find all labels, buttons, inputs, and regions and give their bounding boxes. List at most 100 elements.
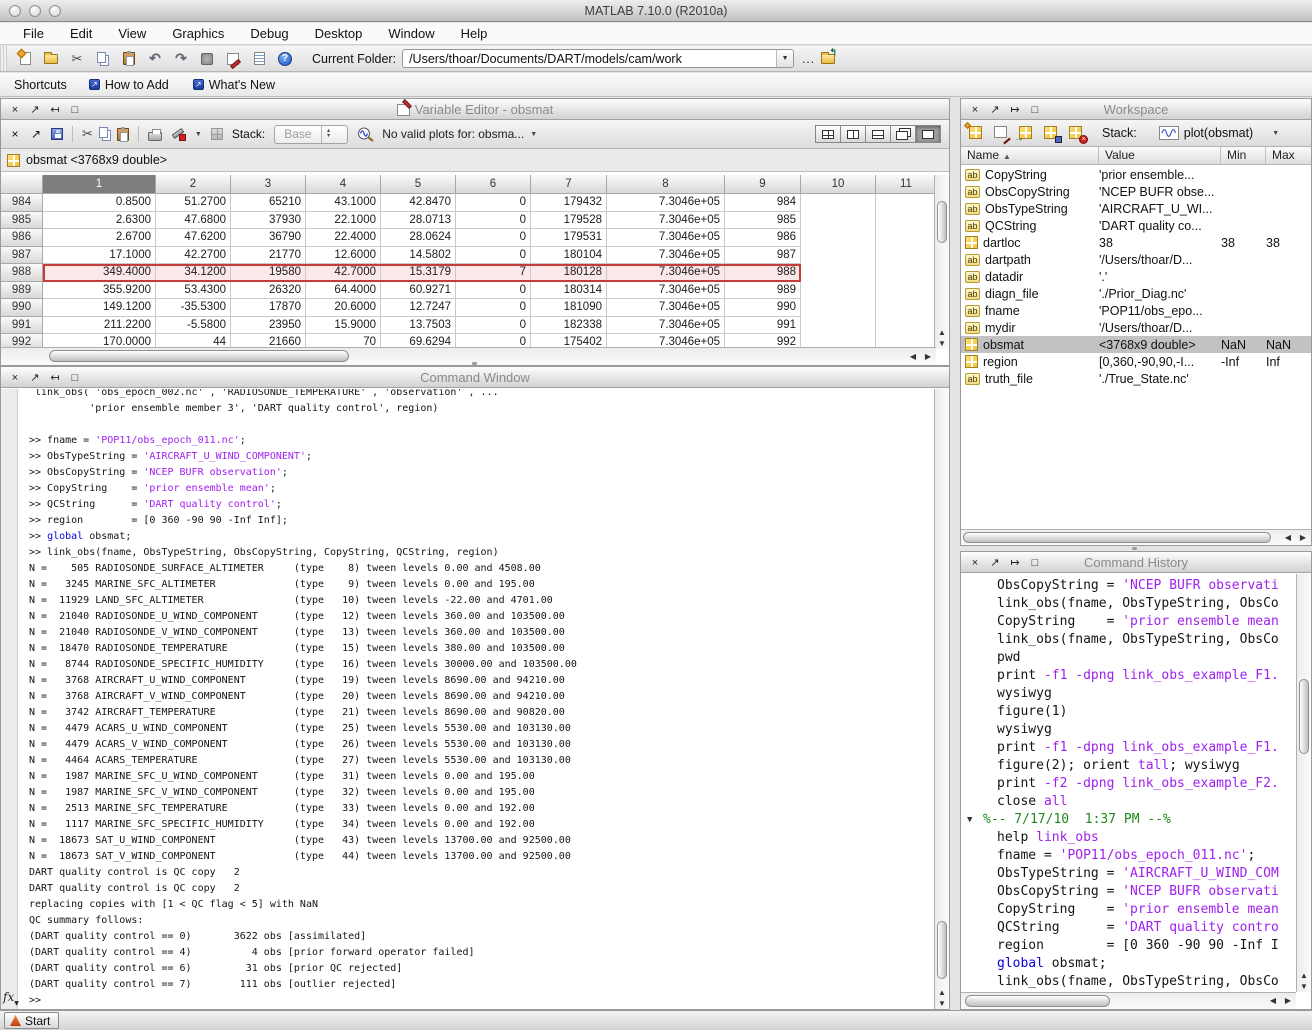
row-header-987[interactable]: 987 — [1, 247, 43, 265]
scroll-left-icon[interactable]: ◀ — [906, 352, 920, 361]
column-header-11[interactable]: 11 — [876, 175, 936, 194]
save-icon[interactable] — [51, 128, 63, 140]
cell-989-5[interactable]: 60.9271 — [381, 282, 456, 300]
function-hints-icon[interactable]: fx▼ — [3, 990, 19, 1007]
cell-985-1[interactable]: 2.6300 — [43, 212, 156, 230]
toolbar-drag-handle[interactable] — [0, 46, 7, 71]
scroll-down-icon[interactable]: ▼ — [935, 999, 949, 1008]
ws-hscroll-thumb[interactable] — [963, 532, 1271, 543]
layout-vsplit-button[interactable] — [840, 125, 866, 143]
column-header-8[interactable]: 8 — [607, 175, 725, 194]
cell-991-3[interactable]: 23950 — [231, 317, 306, 335]
cell-984-4[interactable]: 43.1000 — [306, 194, 381, 212]
cell-990-5[interactable]: 12.7247 — [381, 299, 456, 317]
cell-989-3[interactable]: 26320 — [231, 282, 306, 300]
cell-984-8[interactable]: 7.3046e+05 — [607, 194, 725, 212]
history-command[interactable]: link_obs(fname, ObsTypeString, ObsCo — [961, 595, 1296, 613]
ve-horizontal-scrollbar[interactable]: ◀ ▶ — [1, 347, 936, 365]
workspace-row-datadir[interactable]: datadir'.' — [961, 268, 1311, 285]
menu-desktop[interactable]: Desktop — [302, 23, 376, 45]
cell-990-3[interactable]: 17870 — [231, 299, 306, 317]
ve-vertical-scrollbar[interactable]: ▲ ▼ — [934, 175, 949, 349]
cell-986-2[interactable]: 47.6200 — [156, 229, 231, 247]
cell-986-5[interactable]: 28.0624 — [381, 229, 456, 247]
cell-989-4[interactable]: 64.4000 — [306, 282, 381, 300]
row-header-988[interactable]: 988 — [1, 264, 43, 282]
plot-selector-dropdown[interactable]: plot(obsmat) ▼ — [1159, 126, 1279, 140]
scroll-up-icon[interactable]: ▲ — [935, 988, 949, 997]
history-command[interactable]: ObsCopyString = 'NCEP BUFR observati — [961, 577, 1296, 595]
undock-icon[interactable]: ↗ — [30, 127, 42, 141]
history-command[interactable]: close all — [961, 793, 1296, 811]
cell-989-2[interactable]: 53.4300 — [156, 282, 231, 300]
cell-986-3[interactable]: 36790 — [231, 229, 306, 247]
cell-990-4[interactable]: 20.6000 — [306, 299, 381, 317]
cell-985-7[interactable]: 179528 — [531, 212, 607, 230]
stepper-arrows-icon[interactable]: ▲▼ — [321, 126, 336, 143]
save-workspace-icon[interactable] — [1044, 126, 1059, 140]
row-header-991[interactable]: 991 — [1, 317, 43, 335]
cell-989-11[interactable] — [876, 282, 936, 300]
cell-986-9[interactable]: 986 — [725, 229, 801, 247]
column-header-5[interactable]: 5 — [381, 175, 456, 194]
workspace-row-obsmat[interactable]: obsmat<3768x9 double>NaNNaN — [961, 336, 1311, 353]
cell-984-10[interactable] — [801, 194, 876, 212]
column-header-9[interactable]: 9 — [725, 175, 801, 194]
history-command[interactable]: ObsTypeString = 'AIRCRAFT_U_WIND_COM — [961, 865, 1296, 883]
cell-985-4[interactable]: 22.1000 — [306, 212, 381, 230]
menu-graphics[interactable]: Graphics — [159, 23, 237, 45]
current-folder-combo[interactable]: /Users/thoar/Documents/DART/models/cam/w… — [402, 49, 794, 68]
import-data-icon[interactable]: → — [1019, 126, 1034, 140]
ch-hscroll-thumb[interactable] — [965, 995, 1110, 1007]
table-row[interactable]: 990149.1200-35.53001787020.600012.724701… — [1, 299, 936, 317]
cell-985-5[interactable]: 28.0713 — [381, 212, 456, 230]
splitter-handle[interactable] — [1132, 547, 1137, 550]
cell-990-10[interactable] — [801, 299, 876, 317]
cell-989-10[interactable] — [801, 282, 876, 300]
cell-985-10[interactable] — [801, 212, 876, 230]
table-row[interactable]: 98717.100042.27002177012.600014.58020180… — [1, 247, 936, 265]
cell-991-8[interactable]: 7.3046e+05 — [607, 317, 725, 335]
column-header-7[interactable]: 7 — [531, 175, 607, 194]
cell-988-3[interactable]: 19580 — [231, 264, 306, 282]
cell-987-8[interactable]: 7.3046e+05 — [607, 247, 725, 265]
ws-column-max[interactable]: Max — [1266, 147, 1311, 164]
cell-985-11[interactable] — [876, 212, 936, 230]
cell-990-9[interactable]: 990 — [725, 299, 801, 317]
cell-984-9[interactable]: 984 — [725, 194, 801, 212]
cell-989-9[interactable]: 989 — [725, 282, 801, 300]
history-command[interactable]: wysiwyg — [961, 685, 1296, 703]
cell-987-4[interactable]: 12.6000 — [306, 247, 381, 265]
cell-991-2[interactable]: -5.5800 — [156, 317, 231, 335]
column-header-10[interactable]: 10 — [801, 175, 876, 194]
cell-985-3[interactable]: 37930 — [231, 212, 306, 230]
cell-988-7[interactable]: 180128 — [531, 264, 607, 282]
cell-990-8[interactable]: 7.3046e+05 — [607, 299, 725, 317]
cell-990-6[interactable]: 0 — [456, 299, 531, 317]
layout-single-button[interactable] — [915, 125, 941, 143]
cell-987-7[interactable]: 180104 — [531, 247, 607, 265]
history-command[interactable]: fname = 'POP11/obs_epoch_011.nc'; — [961, 847, 1296, 865]
cell-984-1[interactable]: 0.8500 — [43, 194, 156, 212]
table-row[interactable]: 989355.920053.43002632064.400060.9271018… — [1, 282, 936, 300]
row-header-986[interactable]: 986 — [1, 229, 43, 247]
cell-987-6[interactable]: 0 — [456, 247, 531, 265]
workspace-row-ObsTypeString[interactable]: ObsTypeString'AIRCRAFT_U_WI... — [961, 200, 1311, 217]
cell-988-10[interactable] — [801, 264, 876, 282]
cell-984-6[interactable]: 0 — [456, 194, 531, 212]
cell-988-11[interactable] — [876, 264, 936, 282]
copy-icon[interactable] — [99, 127, 108, 138]
workspace-row-dartloc[interactable]: dartloc383838 — [961, 234, 1311, 251]
cell-988-5[interactable]: 15.3179 — [381, 264, 456, 282]
cell-987-3[interactable]: 21770 — [231, 247, 306, 265]
paste-icon[interactable] — [116, 48, 142, 70]
cell-991-9[interactable]: 991 — [725, 317, 801, 335]
cell-987-11[interactable] — [876, 247, 936, 265]
cw-vscroll-thumb[interactable] — [937, 921, 947, 979]
table-row[interactable]: 991211.2200-5.58002395015.900013.7503018… — [1, 317, 936, 335]
history-timestamp[interactable]: ▼%-- 7/17/10 1:37 PM --% — [961, 811, 1296, 829]
cell-990-11[interactable] — [876, 299, 936, 317]
scroll-right-icon[interactable]: ▶ — [921, 352, 935, 361]
layout-hsplit-button[interactable] — [865, 125, 891, 143]
menu-file[interactable]: File — [10, 23, 57, 45]
